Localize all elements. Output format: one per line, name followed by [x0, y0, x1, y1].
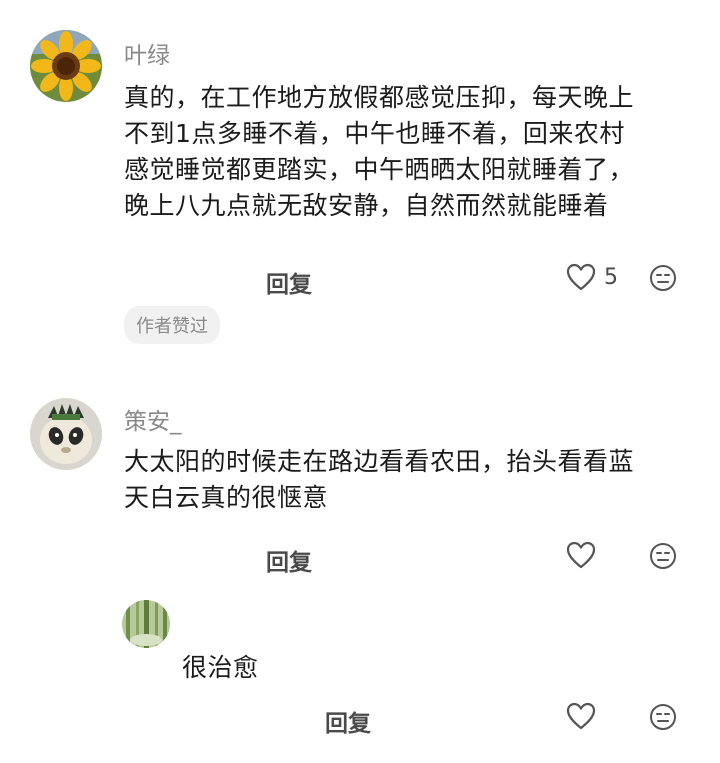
reply-button[interactable]: 回复 [266, 543, 312, 577]
avatar[interactable] [30, 398, 102, 470]
comment-text: 大太阳的时候走在路边看看农田，抬头看看蓝 天白云真的很惬意 [124, 444, 704, 516]
reply-button[interactable]: 回复 [266, 265, 312, 299]
like-button[interactable]: 5 [566, 263, 618, 291]
heart-outline-icon [566, 263, 596, 291]
comment-1: 叶绿 真的，在工作地方放假都感觉压抑，每天晚上 不到1点多睡不着，中午也睡不着，… [0, 0, 720, 360]
emoji-expressionless-icon [650, 704, 676, 730]
comment-line: 不到1点多睡不着，中午也睡不着，回来农村 [124, 119, 625, 148]
username[interactable]: 策安_ [124, 402, 182, 436]
reply-text: 很治愈 [182, 653, 259, 682]
author-liked-badge: 作者赞过 [124, 306, 220, 344]
more-button[interactable] [649, 264, 677, 292]
avatar[interactable] [122, 600, 170, 648]
sunflower-avatar-icon [30, 30, 102, 102]
like-button[interactable] [566, 702, 596, 730]
comment-text: 真的，在工作地方放假都感觉压抑，每天晚上 不到1点多睡不着，中午也睡不着，回来农… [124, 80, 704, 224]
comment-line: 晚上八九点就无敌安静，自然而然就能睡着 [124, 191, 609, 220]
comment-line: 天白云真的很惬意 [124, 483, 329, 512]
cartoon-avatar-icon [30, 398, 102, 470]
comment-line: 感觉睡觉都更踏实，中午晒晒太阳就睡着了， [124, 155, 635, 184]
more-button[interactable] [649, 703, 677, 731]
avatar[interactable] [30, 30, 102, 102]
like-button[interactable] [566, 541, 596, 569]
like-count: 5 [604, 264, 618, 290]
more-button[interactable] [649, 542, 677, 570]
sub-reply: 很治愈 回复 [0, 590, 720, 763]
emoji-expressionless-icon [650, 265, 676, 291]
username[interactable]: 叶绿 [124, 36, 170, 70]
reply-button[interactable]: 回复 [325, 704, 371, 738]
emoji-expressionless-icon [650, 543, 676, 569]
comment-line: 大太阳的时候走在路边看看农田，抬头看看蓝 [124, 447, 635, 476]
comment-2: 策安_ 大太阳的时候走在路边看看农田，抬头看看蓝 天白云真的很惬意 回复 [0, 380, 720, 580]
comment-line: 真的，在工作地方放假都感觉压抑，每天晚上 [124, 83, 635, 112]
heart-outline-icon [566, 541, 596, 569]
bamboo-forest-avatar-icon [122, 600, 170, 648]
heart-outline-icon [566, 702, 596, 730]
